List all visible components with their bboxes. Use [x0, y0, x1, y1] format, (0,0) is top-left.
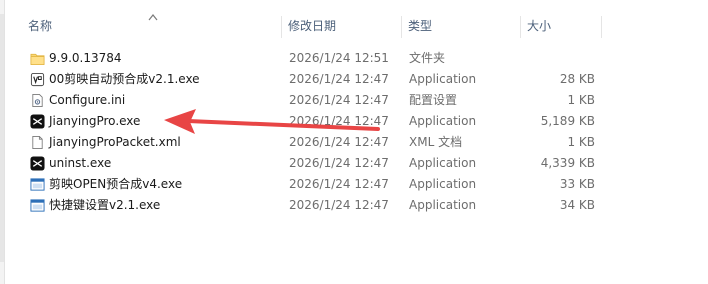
file-name: 剪映OPEN预合成v4.exe	[49, 177, 183, 191]
file-name: uninst.exe	[49, 156, 112, 170]
folder-icon	[30, 53, 45, 65]
capcut-icon	[30, 114, 45, 129]
file-row[interactable]: 00剪映自动预合成v2.1.exe 2026/1/24 12:47 Applic…	[0, 69, 708, 90]
file-date: 2026/1/24 12:51	[289, 51, 389, 65]
capcut-icon	[30, 156, 45, 171]
file-type: Application	[409, 114, 477, 128]
column-header-name[interactable]: 名称	[22, 10, 282, 43]
file-name: 00剪映自动预合成v2.1.exe	[49, 72, 200, 86]
file-name: Configure.ini	[49, 93, 126, 107]
window-app-icon	[30, 178, 45, 191]
settings-file-icon	[32, 93, 43, 108]
file-size: 34 KB	[559, 198, 595, 212]
file-type: XML 文档	[409, 135, 463, 149]
file-size: 1 KB	[567, 135, 595, 149]
file-date: 2026/1/24 12:47	[289, 72, 389, 86]
file-type: Application	[409, 177, 477, 191]
file-row[interactable]: 剪映OPEN预合成v4.exe 2026/1/24 12:47 Applicat…	[0, 174, 708, 195]
file-size: 28 KB	[559, 72, 595, 86]
file-size: 33 KB	[559, 177, 595, 191]
file-type: Application	[409, 72, 477, 86]
file-row[interactable]: uninst.exe 2026/1/24 12:47 Application 4…	[0, 153, 708, 174]
file-type: 配置设置	[409, 93, 458, 107]
file-name: 快捷键设置v2.1.exe	[49, 198, 161, 212]
annotation-arrow	[164, 109, 380, 134]
file-name: 9.9.0.13784	[49, 51, 122, 65]
annotation-arrow-shaft	[186, 119, 380, 131]
file-explorer-window: 名称 修改日期 类型 大小 9.9.0.13784 2026/1/24 12:5…	[0, 0, 708, 284]
file-size: 1 KB	[567, 93, 595, 107]
column-header-row: 名称 修改日期 类型 大小	[0, 10, 708, 43]
file-row[interactable]: 快捷键设置v2.1.exe 2026/1/24 12:47 Applicatio…	[0, 195, 708, 216]
file-type: Application	[409, 156, 477, 170]
column-header-date[interactable]: 修改日期	[282, 10, 402, 43]
file-type: Application	[409, 198, 477, 212]
window-app-icon	[30, 199, 45, 212]
file-row[interactable]: 9.9.0.13784 2026/1/24 12:51 文件夹	[0, 48, 708, 69]
file-date: 2026/1/24 12:47	[289, 177, 389, 191]
column-header-type[interactable]: 类型	[402, 10, 521, 43]
file-date: 2026/1/24 12:47	[289, 156, 389, 170]
file-date: 2026/1/24 12:47	[289, 198, 389, 212]
document-icon	[32, 135, 43, 150]
file-type: 文件夹	[409, 51, 446, 65]
column-header-size[interactable]: 大小	[521, 10, 602, 43]
file-size: 5,189 KB	[540, 114, 595, 128]
app-icon	[30, 72, 45, 87]
file-name: JianyingPro.exe	[49, 114, 141, 128]
file-size: 4,339 KB	[540, 156, 595, 170]
